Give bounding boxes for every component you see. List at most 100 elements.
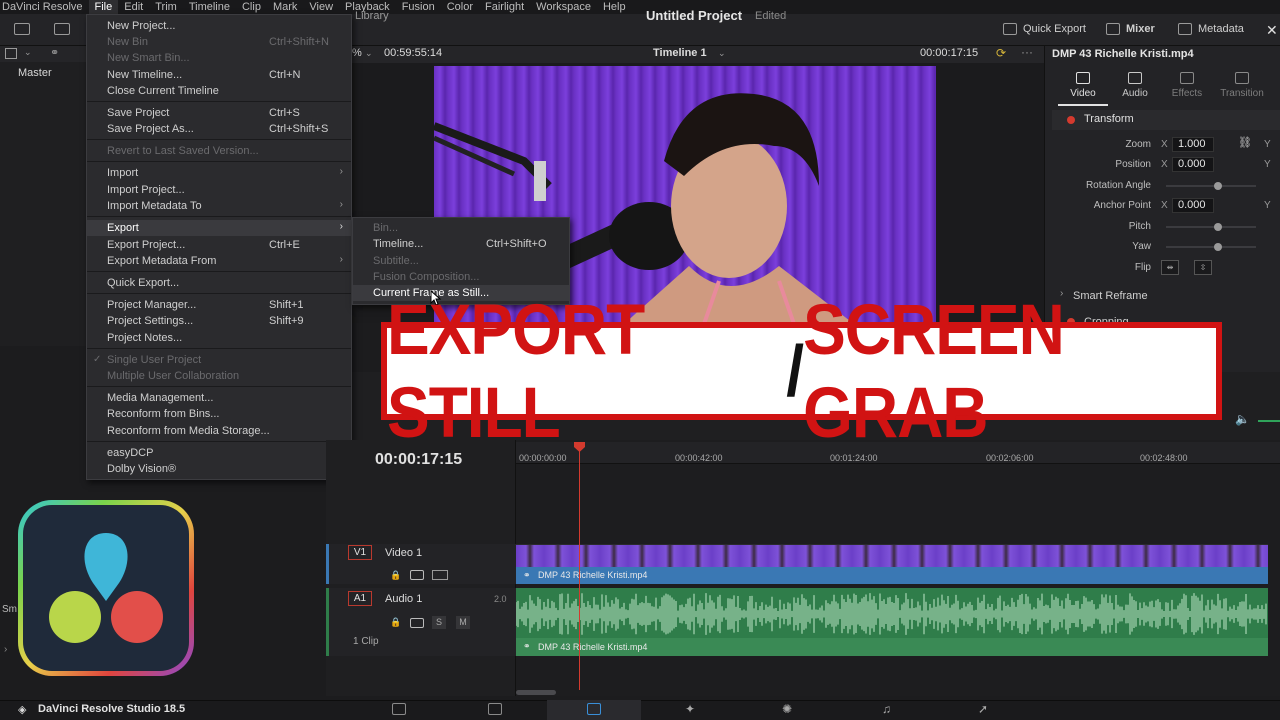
mixer-button[interactable]: Mixer [1106,23,1155,35]
color-page-icon[interactable]: ✺ [782,702,792,716]
film-strip-icon[interactable] [432,570,448,580]
menu-fairlight[interactable]: Fairlight [479,0,530,14]
sync-icon[interactable]: ⟳ [996,46,1006,60]
menu-item-media-management[interactable]: Media Management... [87,390,351,406]
menu-workspace[interactable]: Workspace [530,0,597,14]
playhead[interactable] [579,444,580,690]
chevron-down-icon[interactable]: ⌄ [365,48,373,59]
lock-icon[interactable]: 🔒 [390,570,401,581]
deliver-page-icon[interactable]: ➚ [978,702,988,716]
menu-item-import[interactable]: Import › [87,165,351,181]
menu-item-dolby-vision[interactable]: Dolby Vision®› [87,461,351,477]
menu-item-import-metadata[interactable]: Import Metadata To › [87,198,351,214]
menu-item-export-project[interactable]: Export Project... Ctrl+E [87,237,351,253]
link-icon[interactable]: ⛓ [1238,136,1252,149]
media-page-icon[interactable] [392,703,406,715]
chevron-down-icon[interactable]: ⌄ [24,47,32,58]
menu-item-new-project[interactable]: New Project... [87,18,351,34]
pitch-slider[interactable] [1166,223,1256,231]
mute-button[interactable]: M [456,616,470,629]
project-title: Untitled Project [646,8,743,23]
menu-item-export[interactable]: Export › [87,220,351,236]
edit-page-icon[interactable] [587,703,601,715]
fusion-page-icon[interactable]: ✦ [685,702,695,716]
position-x-field[interactable]: 0.000 [1172,157,1214,172]
metadata-button[interactable]: Metadata [1178,23,1244,35]
audio-track-name[interactable]: Audio 1 [385,593,422,605]
menu-item-easydcp[interactable]: easyDCP› [87,445,351,461]
tab-video[interactable]: Video [1058,72,1108,99]
video-track-name[interactable]: Video 1 [385,547,422,559]
flip-vertical-icon[interactable]: ⇳ [1194,260,1212,275]
menu-file[interactable]: File [88,0,119,14]
tab-audio[interactable]: Audio [1110,72,1160,99]
timeline-scrollbar[interactable] [516,690,556,695]
speaker-icon[interactable]: 🔈 [1235,412,1250,426]
auto-select-icon[interactable] [410,618,424,628]
menu-item-quick-export[interactable]: Quick Export... [87,275,351,291]
track-badge-a1[interactable]: A1 [348,591,372,606]
menu-clip[interactable]: Clip [236,0,267,14]
slider-knob[interactable] [1214,223,1222,231]
enable-dot-icon[interactable] [1067,116,1075,124]
cut-page-icon[interactable] [488,703,502,715]
panel-toggle-icon[interactable] [5,48,17,59]
menu-view[interactable]: View [303,0,339,14]
more-options-icon[interactable]: ··· [1021,45,1033,59]
video-clip[interactable]: ⚭ DMP 43 Richelle Kristi.mp4 [516,567,1268,584]
menu-item-reconform-bins[interactable]: Reconform from Bins... [87,406,351,422]
flip-horizontal-icon[interactable]: ⇹ [1161,260,1179,275]
menu-item-project-manager[interactable]: Project Manager... Shift+1 [87,297,351,313]
menu-item-new-timeline[interactable]: New Timeline... Ctrl+N [87,67,351,83]
link-icon[interactable]: ⚭ [50,46,59,59]
menu-fusion[interactable]: Fusion [396,0,441,14]
library-label[interactable]: Library [355,10,389,22]
menu-help[interactable]: Help [597,0,632,14]
slider-knob[interactable] [1214,243,1222,251]
menu-item-reconform-storage[interactable]: Reconform from Media Storage... [87,423,351,439]
zoom-x-field[interactable]: 1.000 [1172,137,1214,152]
zoom-fragment[interactable]: % [352,47,362,59]
menu-item-import-project[interactable]: Import Project... [87,182,351,198]
bin-master[interactable]: Master [18,67,52,79]
menu-timeline[interactable]: Timeline [183,0,236,14]
auto-select-icon[interactable] [410,570,424,580]
menu-item-export-metadata[interactable]: Export Metadata From › [87,253,351,269]
menu-trim[interactable]: Trim [149,0,183,14]
quick-export-button[interactable]: Quick Export [1003,23,1086,35]
tab-effects[interactable]: Effects [1162,72,1212,99]
menu-item-close-timeline[interactable]: Close Current Timeline [87,83,351,99]
yaw-slider[interactable] [1166,243,1256,251]
menu-separator [87,293,351,294]
rotation-slider[interactable] [1166,182,1256,190]
fairlight-page-icon[interactable]: ♫ [882,702,891,716]
inspector-toggle-icon[interactable]: ✕ [1266,22,1278,39]
transform-section-header[interactable]: Transform [1052,110,1280,130]
tab-transition[interactable]: Transition [1217,72,1267,99]
menu-separator [87,161,351,162]
slider-knob[interactable] [1214,182,1222,190]
lock-icon[interactable]: 🔒 [390,617,401,628]
chevron-right-icon[interactable]: › [4,644,7,655]
menu-edit[interactable]: Edit [118,0,149,14]
menu-item-project-notes[interactable]: Project Notes... [87,330,351,346]
audio-clip-label-bar[interactable]: ⚭ DMP 43 Richelle Kristi.mp4 [516,638,1268,656]
menu-item-project-settings[interactable]: Project Settings... Shift+9 [87,313,351,329]
menu-color[interactable]: Color [441,0,479,14]
anchor-x-field[interactable]: 0.000 [1172,198,1214,213]
video-clip-thumbnails[interactable] [516,545,1268,567]
volume-slider[interactable] [1258,420,1280,422]
effects-icon[interactable] [54,23,70,35]
audio-waveform [516,593,1267,635]
clip-count: 1 Clip [353,636,379,647]
chevron-down-icon[interactable]: ⌄ [718,48,726,59]
position-label: Position [1115,159,1151,170]
timeline-name[interactable]: Timeline 1 [653,47,707,59]
menu-item-save-project-as[interactable]: Save Project As... Ctrl+Shift+S [87,121,351,137]
media-pool-icon[interactable] [14,23,30,35]
menu-item-save-project[interactable]: Save Project Ctrl+S [87,105,351,121]
solo-button[interactable]: S [432,616,446,629]
menu-mark[interactable]: Mark [267,0,303,14]
submenu-item-timeline[interactable]: Timeline... Ctrl+Shift+O [353,236,569,252]
track-badge-v1[interactable]: V1 [348,545,372,560]
